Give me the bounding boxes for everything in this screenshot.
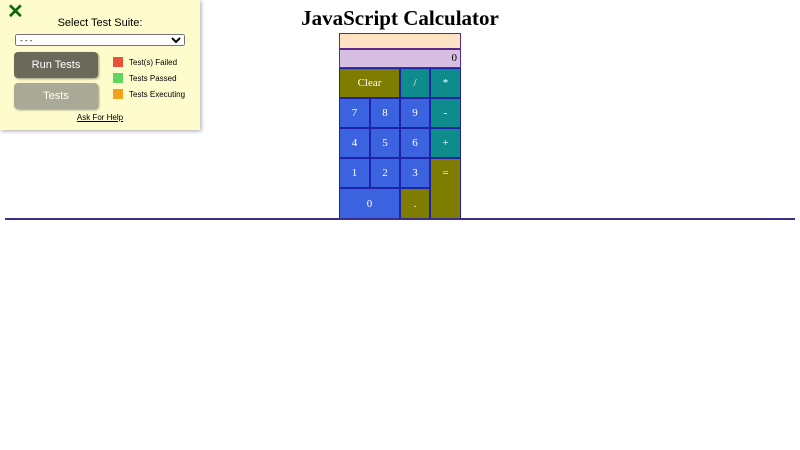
five-button[interactable]: 5 [370, 128, 400, 158]
zero-button[interactable]: 0 [339, 188, 400, 219]
two-button[interactable]: 2 [370, 158, 400, 188]
run-tests-button[interactable]: Run Tests [14, 52, 98, 78]
equals-button[interactable]: = [430, 158, 461, 219]
eight-button[interactable]: 8 [370, 98, 400, 128]
divide-button[interactable]: / [400, 68, 430, 98]
add-button[interactable]: + [430, 128, 461, 158]
passed-swatch-icon [113, 73, 123, 83]
seven-button[interactable]: 7 [339, 98, 370, 128]
calculator: 0 Clear / * 7 8 9 - 4 5 6 + 1 2 3 = 0 . [339, 33, 461, 219]
four-button[interactable]: 4 [339, 128, 370, 158]
three-button[interactable]: 3 [400, 158, 430, 188]
subtract-button[interactable]: - [430, 98, 461, 128]
ask-for-help-link[interactable]: Ask For Help [0, 113, 200, 122]
legend-failed-label: Test(s) Failed [129, 57, 178, 67]
legend-executing: Tests Executing [113, 89, 185, 99]
legend-passed: Tests Passed [113, 73, 177, 83]
formula-display [339, 33, 461, 49]
six-button[interactable]: 6 [400, 128, 430, 158]
legend-failed: Test(s) Failed [113, 57, 177, 67]
decimal-button[interactable]: . [400, 188, 430, 219]
test-suite-select[interactable]: - - - [15, 34, 185, 46]
failed-swatch-icon [113, 57, 123, 67]
test-panel: ✕ Select Test Suite: - - - Run Tests Tes… [0, 0, 200, 130]
divider [5, 218, 795, 220]
nine-button[interactable]: 9 [400, 98, 430, 128]
output-display: 0 [339, 49, 461, 68]
multiply-button[interactable]: * [430, 68, 461, 98]
legend-executing-label: Tests Executing [129, 89, 186, 99]
legend-passed-label: Tests Passed [129, 73, 177, 83]
page: JavaScript Calculator 0 Clear / * 7 8 9 … [0, 0, 800, 450]
executing-swatch-icon [113, 89, 123, 99]
tests-button[interactable]: Tests [14, 83, 98, 109]
clear-button[interactable]: Clear [339, 68, 400, 98]
one-button[interactable]: 1 [339, 158, 370, 188]
suite-label: Select Test Suite: [57, 17, 143, 29]
